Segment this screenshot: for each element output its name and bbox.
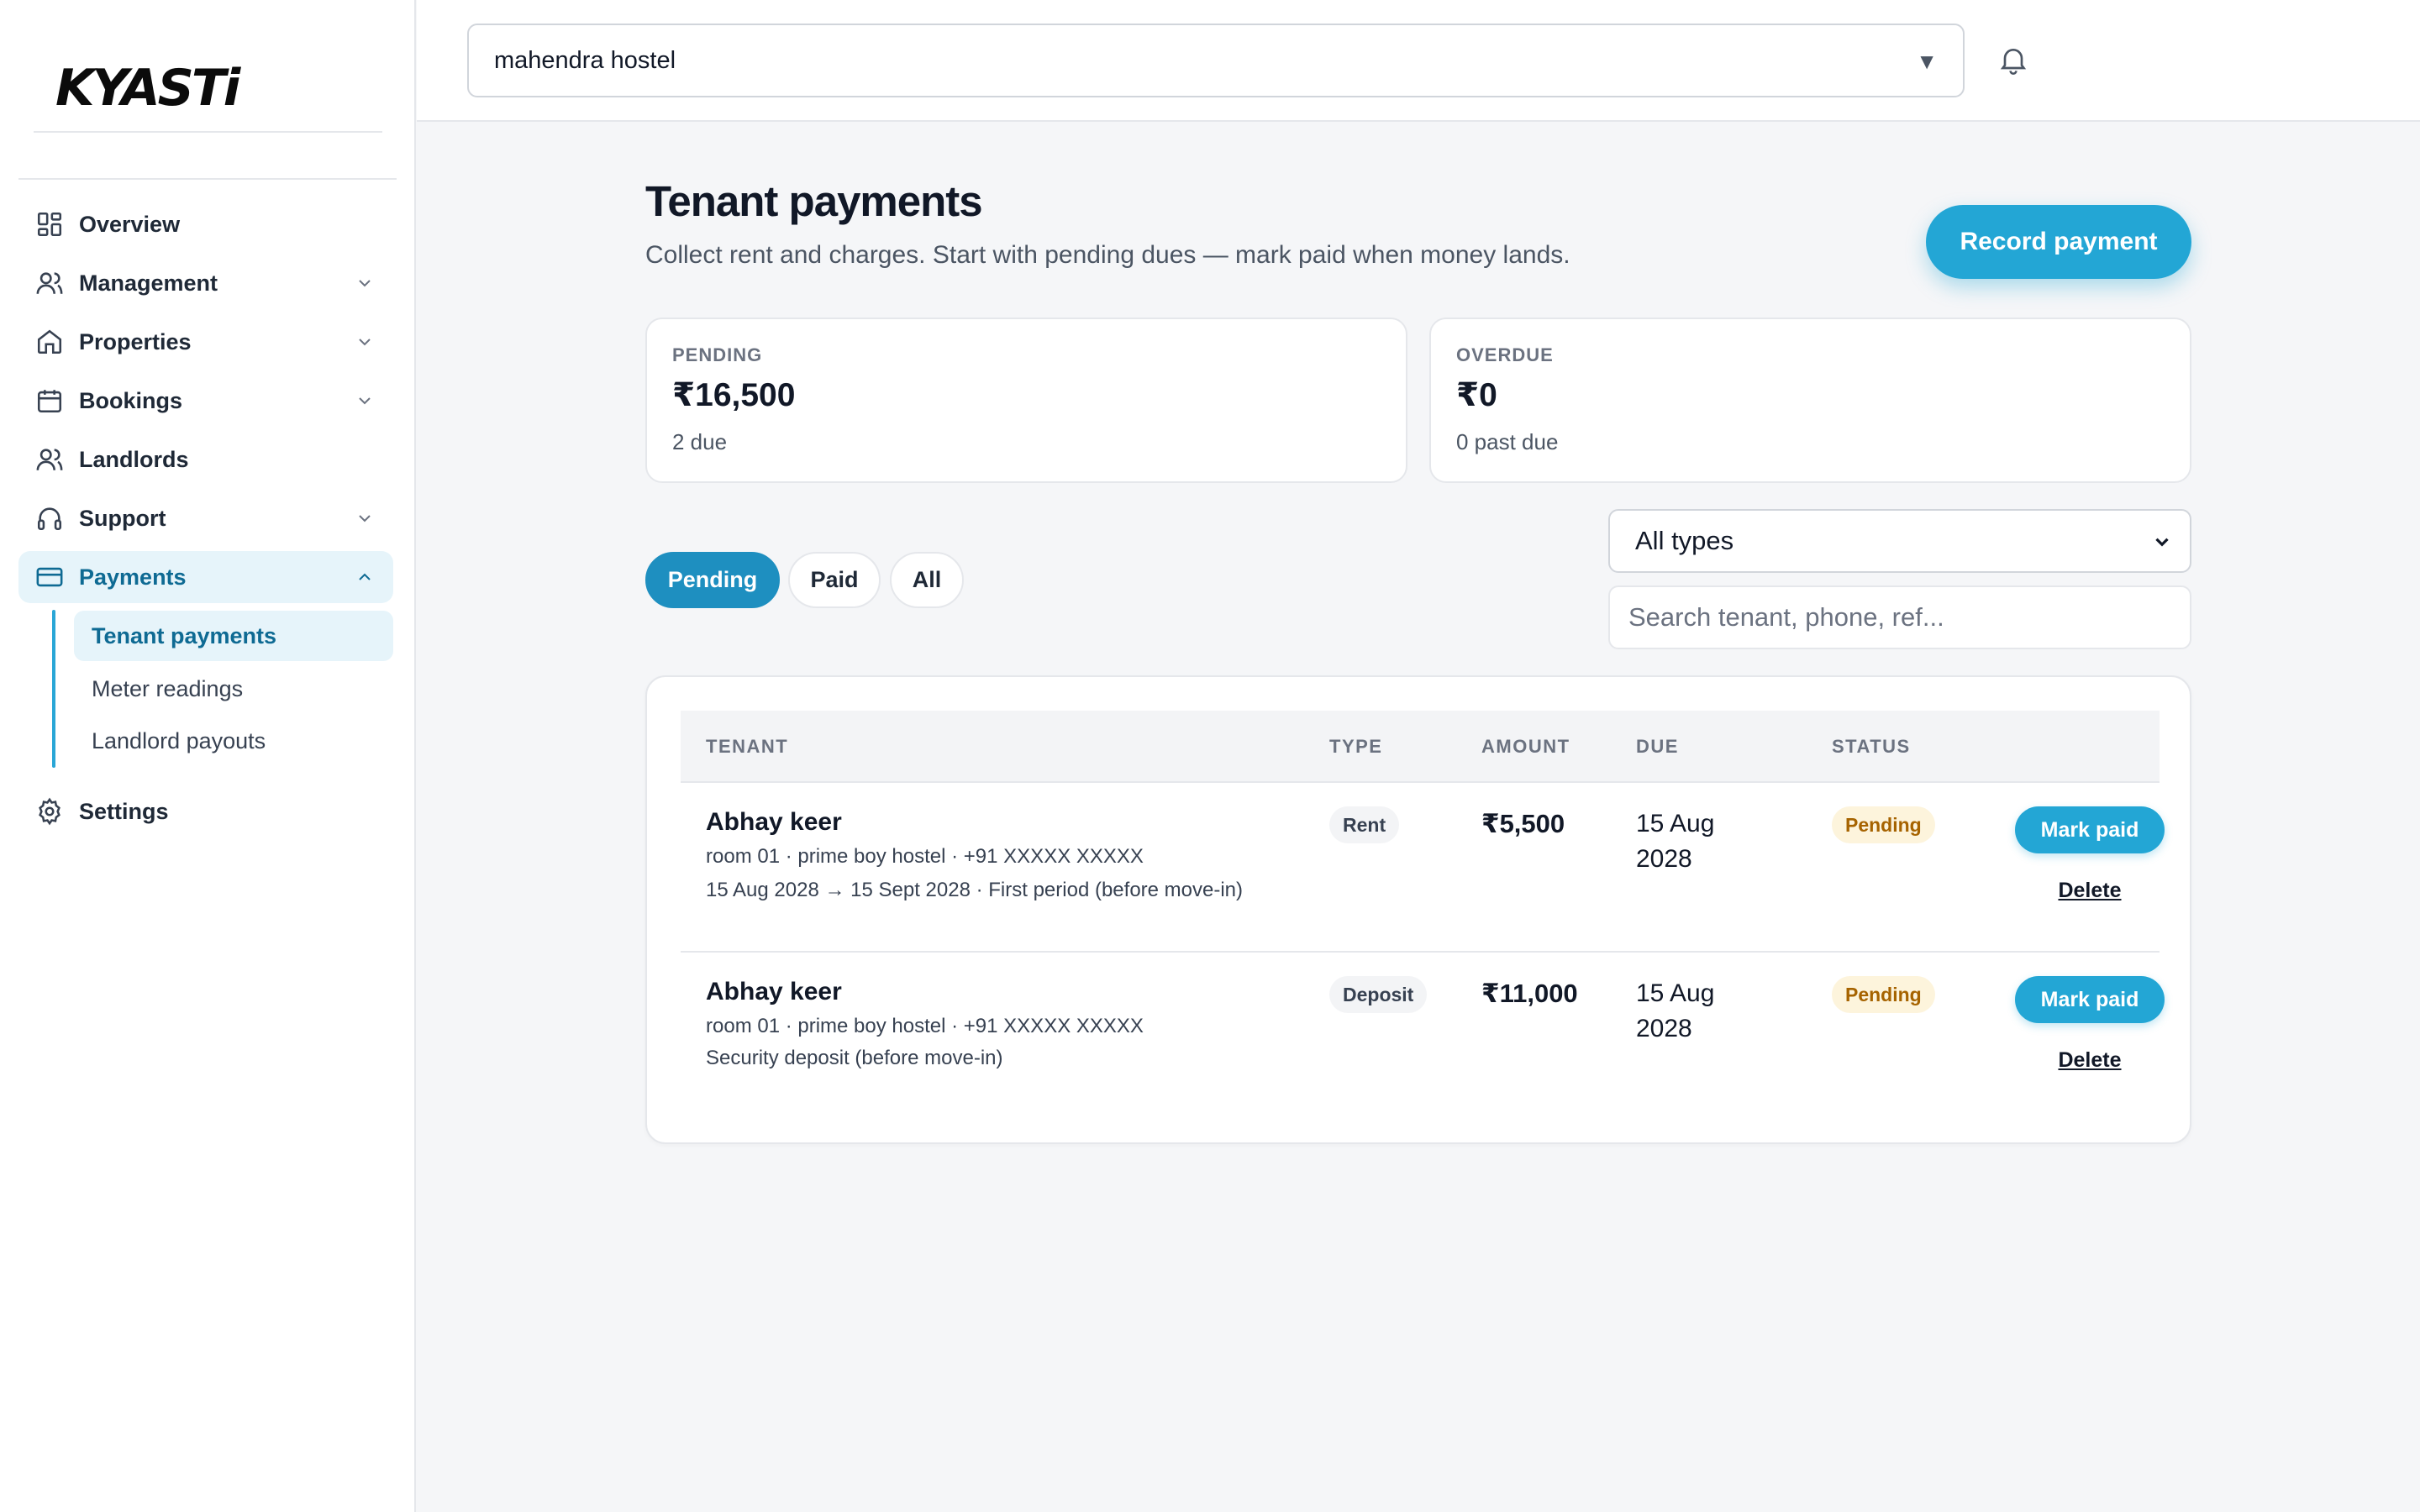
sidebar-item-overview[interactable]: Overview [18,198,393,250]
filter-tab-paid[interactable]: Paid [788,552,881,608]
page-subtitle: Collect rent and charges. Start with pen… [645,241,1570,269]
calendar-icon [37,390,62,413]
due-date: 15 Aug 2028 [1636,979,1715,1042]
chevron-up-icon [359,573,371,580]
search-input[interactable] [1608,585,2191,649]
tenant-name: Abhay keer [706,808,842,836]
tenant-name: Abhay keer [706,978,842,1005]
divider [681,951,2160,953]
status-badge: Pending [1832,806,1935,843]
hostel-select[interactable]: mahendra hostel ▼ [467,24,1965,97]
record-payment-button[interactable]: Record payment [1926,205,2191,279]
amount-value: ₹5,500 [1481,809,1565,838]
due-date: 15 Aug 2028 [1636,810,1715,873]
sidebar-item-label: Properties [79,328,192,354]
table-row: Abhay keer room 01 · prime boy hostel · … [681,783,2165,953]
chevron-down-icon [359,397,371,405]
subnav-item-label: Meter readings [92,675,244,701]
credit-card-icon [36,567,63,587]
sidebar-item-management[interactable]: Management [18,257,393,309]
filter-tab-all[interactable]: All [890,552,964,608]
users-icon [36,272,63,294]
gear-icon [39,797,60,826]
mark-paid-button[interactable]: Mark paid [2015,976,2165,1023]
home-icon [37,329,62,354]
table-header: TENANT TYPE AMOUNT DUE STATUS [681,711,2160,783]
subnav-item-landlord-payouts[interactable]: Landlord payouts [74,716,393,766]
logo-wordmark: KYASTi [55,59,240,118]
mark-paid-button[interactable]: Mark paid [2015,806,2165,853]
chevron-down-icon [359,515,371,522]
sidebar-item-label: Landlords [79,446,189,472]
sidebar-item-bookings[interactable]: Bookings [18,375,393,427]
type-filter-value: All types [1635,526,1734,555]
payments-table: TENANT TYPE AMOUNT DUE STATUS Abhay keer… [645,675,2191,1144]
column-header-tenant: TENANT [706,736,789,757]
hostel-select-value: mahendra hostel [494,46,676,74]
divider [34,131,382,133]
subnav-item-label: Landlord payouts [92,727,266,753]
column-header-type: TYPE [1329,736,1383,757]
amount-value: ₹11,000 [1481,979,1578,1008]
caret-down-icon: ▼ [1916,49,1938,74]
users-icon [36,449,63,470]
tenant-contact: room 01 · prime boy hostel · +91 XXXXX X… [706,1015,1144,1037]
sidebar-item-label: Settings [79,798,169,824]
status-badge: Pending [1832,976,1935,1013]
sidebar-item-support[interactable]: Support [18,492,393,544]
sidebar-item-label: Payments [79,564,187,590]
table-row: Abhay keer room 01 · prime boy hostel · … [681,954,2165,1114]
type-filter-select[interactable]: All types [1608,509,2191,573]
chevron-down-icon [359,280,371,287]
sidebar-item-settings[interactable]: Settings [18,785,393,837]
subnav-item-tenant-payments[interactable]: Tenant payments [74,611,393,661]
stat-label: OVERDUE [1456,344,1554,365]
tenant-contact: room 01 · prime boy hostel · +91 XXXXX X… [706,845,1144,868]
sidebar-item-label: Bookings [79,387,183,413]
grid-icon [37,212,62,237]
stat-value: ₹16,500 [672,377,796,413]
sidebar-item-label: Support [79,505,166,531]
type-badge: Deposit [1329,976,1428,1013]
brand-logo[interactable]: KYASTi [55,59,240,118]
overdue-stat-card: OVERDUE ₹0 0 past due [1429,318,2191,483]
sidebar-item-payments[interactable]: Payments [18,551,393,603]
topbar: mahendra hostel ▼ [417,0,2420,122]
page-title: Tenant payments [645,177,983,225]
subnav-item-meter-readings[interactable]: Meter readings [74,664,393,714]
stat-note: 2 due [672,429,728,454]
divider [18,178,397,180]
column-header-due: DUE [1636,736,1679,757]
stat-value: ₹0 [1456,377,1497,413]
chevron-down-icon [359,339,371,346]
sidebar-item-landlords[interactable]: Landlords [18,433,393,486]
stat-label: PENDING [672,344,763,365]
tenant-period: 15 Aug 2028 → 15 Sept 2028 · First perio… [706,879,1244,901]
sidebar-item-label: Management [79,270,218,296]
bell-icon[interactable] [1996,42,2030,77]
stat-note: 0 past due [1456,429,1559,454]
type-badge: Rent [1329,806,1400,843]
delete-link[interactable]: Delete [2015,879,2165,903]
subnav-indicator-line [52,610,55,768]
sidebar-item-label: Overview [79,211,181,237]
column-header-amount: AMOUNT [1481,736,1570,757]
column-header-status: STATUS [1832,736,1911,757]
chevron-down-icon [2155,538,2169,547]
subnav-item-label: Tenant payments [92,622,277,648]
delete-link[interactable]: Delete [2015,1048,2165,1073]
sidebar: KYASTi Overview Management Properties Bo… [0,0,416,1512]
headset-icon [37,507,62,531]
pending-stat-card: PENDING ₹16,500 2 due [645,318,1407,483]
filter-tab-pending[interactable]: Pending [645,552,780,608]
tenant-period: Security deposit (before move-in) [706,1047,1003,1069]
sidebar-item-properties[interactable]: Properties [18,316,393,368]
